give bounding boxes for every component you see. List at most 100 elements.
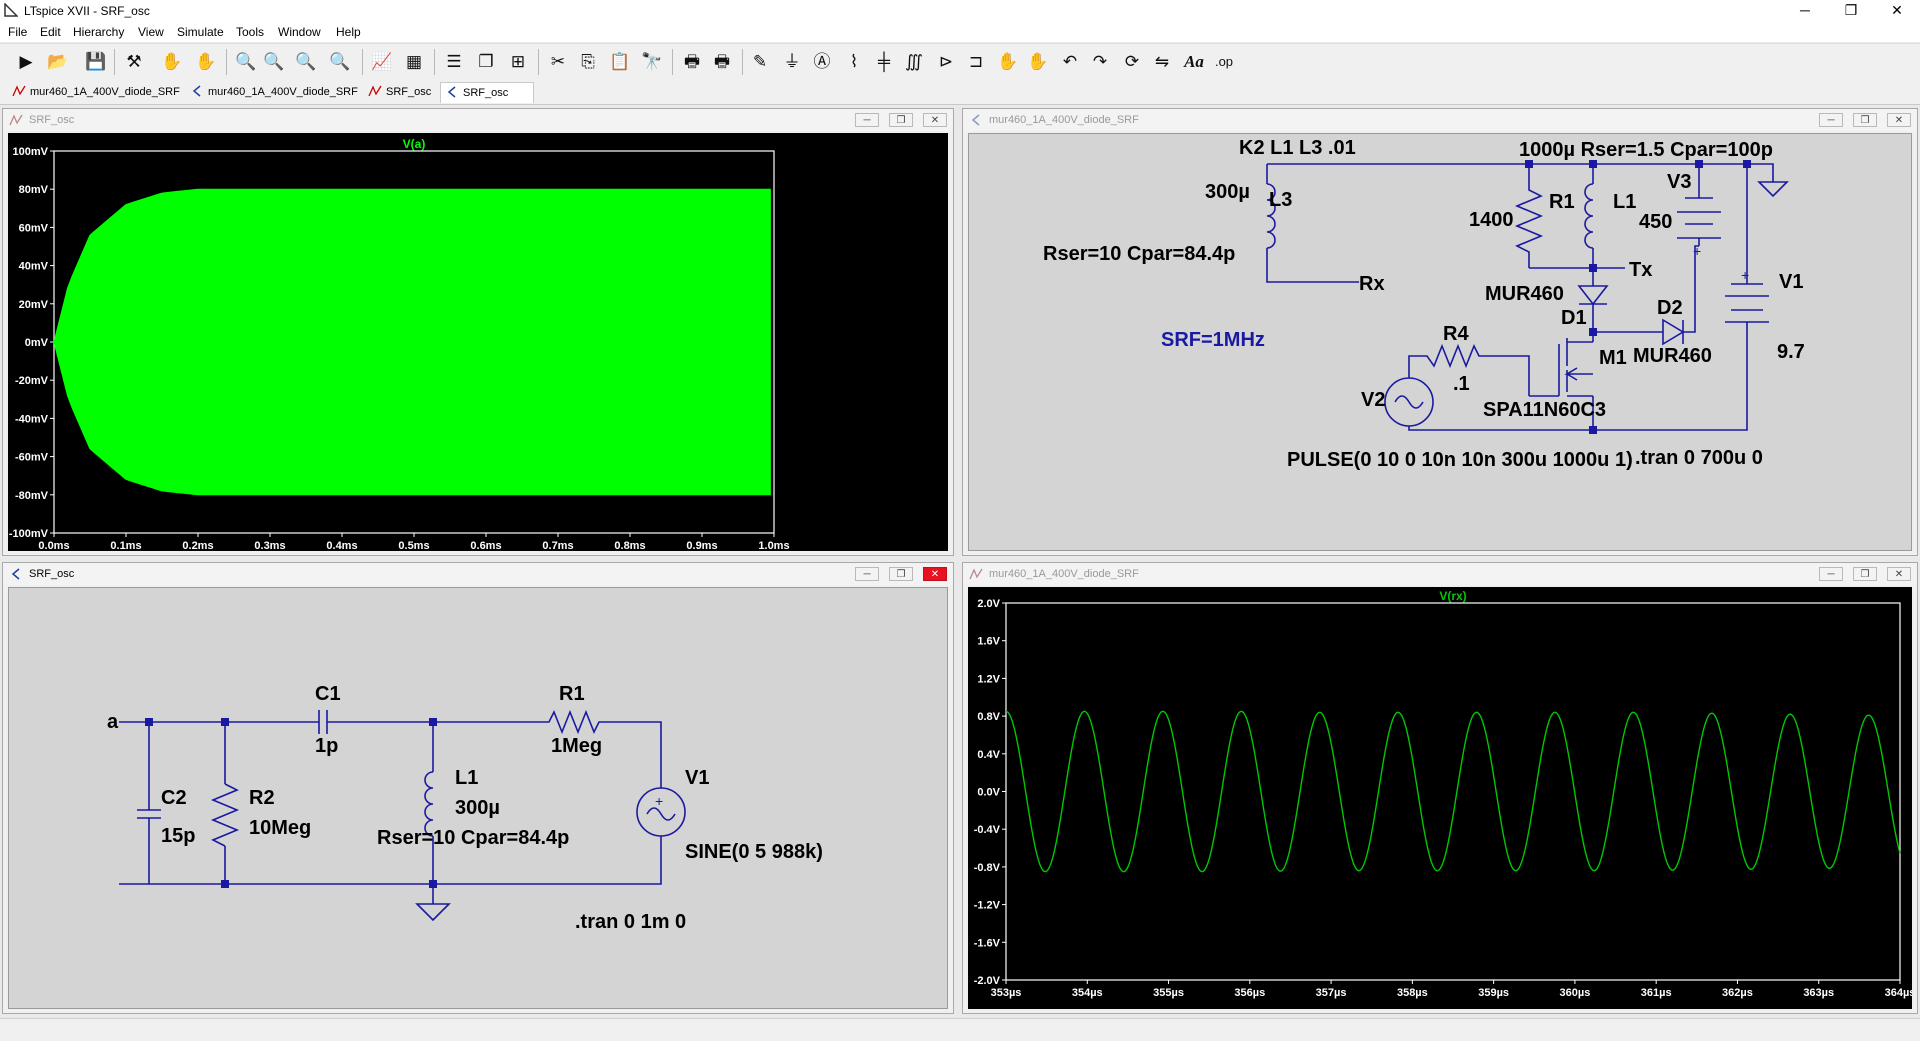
- m1-name[interactable]: M1: [1599, 347, 1627, 369]
- mdi-restore-button[interactable]: ❐: [1853, 113, 1877, 127]
- tab-waveform-mur460[interactable]: mur460_1A_400V_diode_SRF: [8, 82, 202, 102]
- move-icon[interactable]: ✋: [996, 50, 1020, 74]
- waveform-window-mur460[interactable]: mur460_1A_400V_diode_SRF ─ ❐ ✕ 2.0V 1.6V 1…: [962, 562, 1918, 1014]
- mdi-restore-button[interactable]: ❐: [1853, 567, 1877, 581]
- copy-icon[interactable]: ⎘: [576, 50, 600, 74]
- zoom-out-icon[interactable]: 🔍: [294, 50, 318, 74]
- menu-view[interactable]: View: [138, 25, 164, 39]
- tile-vertical-icon[interactable]: ⊞: [506, 50, 530, 74]
- spice-directive-icon[interactable]: .op: [1212, 50, 1236, 74]
- d2-name[interactable]: D2: [1657, 297, 1683, 319]
- text-icon[interactable]: Aa: [1182, 50, 1206, 74]
- mdi-restore-button[interactable]: ❐: [889, 113, 913, 127]
- l3-name[interactable]: L3: [1269, 189, 1292, 211]
- mdi-close-button[interactable]: ✕: [1887, 113, 1911, 127]
- paste-icon[interactable]: 📋: [608, 50, 632, 74]
- window-titlebar[interactable]: mur460_1A_400V_diode_SRF ─ ❐ ✕: [963, 109, 1917, 131]
- mdi-minimize-button[interactable]: ─: [855, 113, 879, 127]
- print-icon[interactable]: 🖶: [680, 50, 704, 74]
- zoom-in-icon[interactable]: 🔍: [234, 50, 258, 74]
- run-icon[interactable]: ▶: [14, 50, 38, 74]
- c1-value[interactable]: 1p: [315, 735, 338, 757]
- zoom-area-icon[interactable]: 🔍: [262, 50, 286, 74]
- l1-params[interactable]: Rser=10 Cpar=84.4p: [377, 827, 569, 849]
- tran-directive[interactable]: .tran 0 1m 0: [575, 911, 686, 933]
- c2-name[interactable]: C2: [161, 787, 187, 809]
- r1-name[interactable]: R1: [1549, 191, 1575, 213]
- window-titlebar[interactable]: mur460_1A_400V_diode_SRF ─ ❐ ✕: [963, 563, 1917, 585]
- schematic-window-mur460[interactable]: mur460_1A_400V_diode_SRF ─ ❐ ✕ K2 L1 L3 …: [962, 108, 1918, 556]
- c2-value[interactable]: 15p: [161, 825, 195, 847]
- menu-help[interactable]: Help: [336, 25, 361, 39]
- r2-name[interactable]: R2: [249, 787, 275, 809]
- save-icon[interactable]: 💾: [84, 50, 108, 74]
- l3-params[interactable]: Rser=10 Cpar=84.4p: [1043, 243, 1235, 265]
- pulse-source-value[interactable]: PULSE(0 10 0 10n 10n 300u 1000u 1): [1287, 449, 1633, 471]
- zoom-fit-icon[interactable]: 🔍: [328, 50, 352, 74]
- l1-name[interactable]: L1: [1613, 191, 1636, 213]
- mdi-minimize-button[interactable]: ─: [855, 567, 879, 581]
- r4-name[interactable]: R4: [1443, 323, 1469, 345]
- v1-name[interactable]: V1: [685, 767, 709, 789]
- undo-icon[interactable]: ↶: [1058, 50, 1082, 74]
- schematic-window-srf-osc[interactable]: SRF_osc ─ ❐ ✕ a C1 1p R1 1Meg C2 15p R2 …: [2, 562, 954, 1014]
- v3-name[interactable]: V3: [1667, 171, 1691, 193]
- schematic-srf-svg[interactable]: a C1 1p R1 1Meg C2 15p R2 10Meg L1 300µ …: [9, 588, 949, 1008]
- tab-schematic-mur460[interactable]: mur460_1A_400V_diode_SRF: [186, 82, 380, 102]
- plot-pane-vrx[interactable]: 2.0V 1.6V 1.2V 0.8V 0.4V 0.0V -0.4V -0.8V -1.2V -…: [968, 587, 1912, 1009]
- d1-model[interactable]: MUR460: [1485, 283, 1564, 305]
- menu-file[interactable]: File: [8, 25, 27, 39]
- draw-wire-icon[interactable]: ✎: [748, 50, 772, 74]
- r2-value[interactable]: 10Meg: [249, 817, 311, 839]
- mdi-close-button[interactable]: ✕: [923, 567, 947, 581]
- maximize-window-button[interactable]: ❐: [1828, 0, 1874, 22]
- srf-comment[interactable]: SRF=1MHz: [1161, 329, 1265, 351]
- grid-icon[interactable]: ▦: [402, 50, 426, 74]
- d2-model[interactable]: MUR460: [1633, 345, 1712, 367]
- tile-horizontal-icon[interactable]: ☰: [442, 50, 466, 74]
- tran-directive[interactable]: .tran 0 700u 0: [1635, 447, 1763, 469]
- schematic-canvas-main[interactable]: K2 L1 L3 .01 1000µ Rser=1.5 Cpar=100p 30…: [968, 133, 1912, 551]
- mdi-close-button[interactable]: ✕: [1887, 567, 1911, 581]
- control-panel-icon[interactable]: ⚒: [122, 50, 146, 74]
- cut-icon[interactable]: ✂: [546, 50, 570, 74]
- halt-icon[interactable]: ✋: [160, 50, 184, 74]
- d1-name[interactable]: D1: [1561, 307, 1587, 329]
- mdi-minimize-button[interactable]: ─: [1819, 567, 1843, 581]
- minimize-window-button[interactable]: ─: [1782, 0, 1828, 22]
- component-icon[interactable]: ⊐: [964, 50, 988, 74]
- label-net-icon[interactable]: Ⓐ: [810, 50, 834, 74]
- capacitor-icon[interactable]: ╪: [872, 50, 896, 74]
- resistor-icon[interactable]: ⌇: [842, 50, 866, 74]
- print-preview-icon[interactable]: 🖶: [710, 50, 734, 74]
- schematic-canvas-srf[interactable]: a C1 1p R1 1Meg C2 15p R2 10Meg L1 300µ …: [8, 587, 948, 1009]
- node-a-label[interactable]: a: [107, 711, 119, 733]
- l3-value[interactable]: 300µ: [1205, 181, 1250, 203]
- menu-tools[interactable]: Tools: [236, 25, 264, 39]
- v2-name[interactable]: V2: [1361, 389, 1385, 411]
- menu-window[interactable]: Window: [278, 25, 321, 39]
- vrx-plot-svg[interactable]: 2.0V 1.6V 1.2V 0.8V 0.4V 0.0V -0.4V -0.8V -1.2V -…: [968, 587, 1912, 1009]
- v1-value[interactable]: 9.7: [1777, 341, 1805, 363]
- waveform-window-srf-osc[interactable]: SRF_osc ─ ❐ ✕ 100mV 80mV 60mV 40mV 20mV 0mV -2…: [2, 108, 954, 556]
- r1-value[interactable]: 1400: [1469, 209, 1514, 231]
- r1-name[interactable]: R1: [559, 683, 585, 705]
- rx-net-label[interactable]: Rx: [1359, 273, 1385, 295]
- v1-name[interactable]: V1: [1779, 271, 1803, 293]
- drag-icon[interactable]: ✋: [1026, 50, 1050, 74]
- autorange-icon[interactable]: 📈: [370, 50, 394, 74]
- v1-value[interactable]: SINE(0 5 988k): [685, 841, 823, 863]
- mdi-restore-button[interactable]: ❐: [889, 567, 913, 581]
- l1-params[interactable]: 1000µ Rser=1.5 Cpar=100p: [1519, 139, 1773, 161]
- ground-icon[interactable]: ⏚: [780, 50, 804, 74]
- close-window-button[interactable]: ✕: [1874, 0, 1920, 22]
- tx-net-label[interactable]: Tx: [1629, 259, 1652, 281]
- r4-value[interactable]: .1: [1453, 373, 1470, 395]
- inductor-icon[interactable]: ∭: [902, 50, 926, 74]
- diode-icon[interactable]: ⊳: [934, 50, 958, 74]
- cascade-icon[interactable]: ❐: [474, 50, 498, 74]
- mdi-close-button[interactable]: ✕: [923, 113, 947, 127]
- pan-icon[interactable]: ✋: [194, 50, 218, 74]
- rotate-icon[interactable]: ⟳: [1120, 50, 1144, 74]
- menu-edit[interactable]: Edit: [40, 25, 61, 39]
